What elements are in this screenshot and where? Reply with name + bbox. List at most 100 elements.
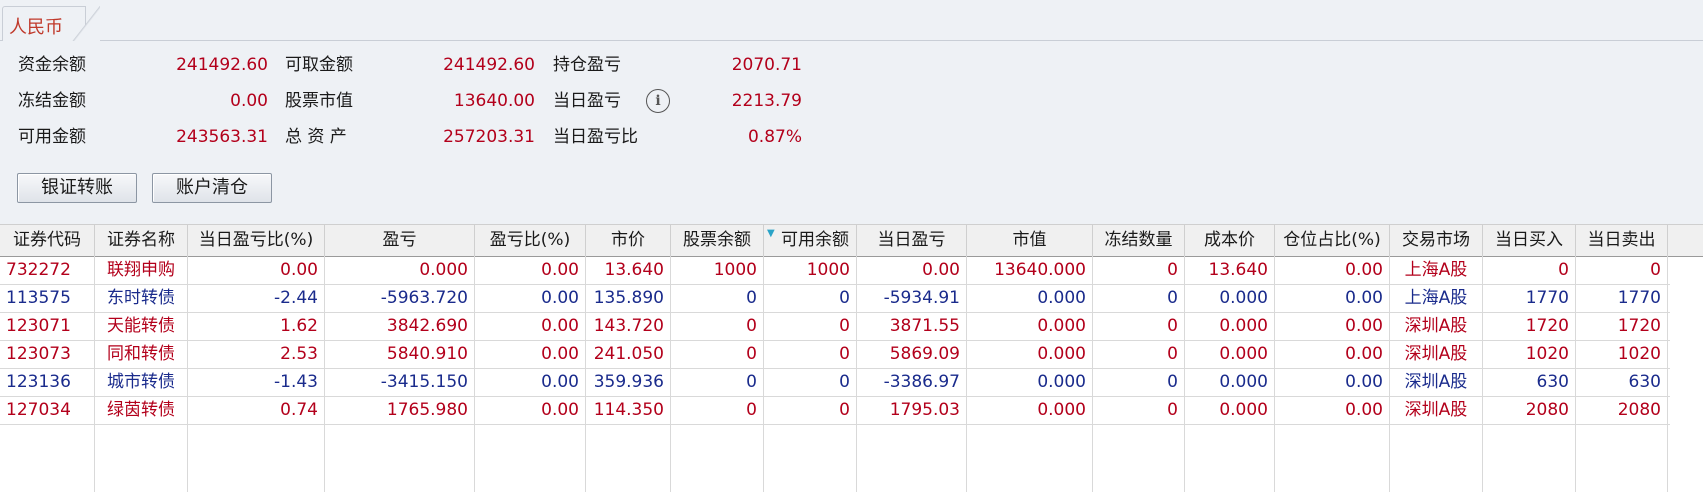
cell-daily-buy: 1770 [1483,284,1576,312]
column-header-label: 盈亏 [382,230,417,250]
info-icon[interactable]: i [646,89,670,113]
cell-pnl: -3415.150 [325,368,475,396]
grid-column-line [856,256,857,492]
column-header-price[interactable]: 市价 [586,225,671,256]
column-header-pnl-ratio[interactable]: 盈亏比(%) [475,225,586,256]
withdrawable-value: 241492.60 [443,55,535,75]
column-header-name[interactable]: 证券名称 [95,225,188,256]
cell-available-balance: 0 [764,312,857,340]
cell-market: 上海A股 [1390,256,1483,284]
funds-summary-panel: 资金余额 241492.60 可取金额 241492.60 持仓盈亏 2070.… [0,41,1703,224]
bank-transfer-button[interactable]: 银证转账 [17,173,137,203]
cell-stock-balance: 0 [671,368,764,396]
cell-pnl: -5963.720 [325,284,475,312]
cell-name: 天能转债 [95,312,188,340]
cell-stock-balance: 0 [671,312,764,340]
table-row[interactable]: 123071 天能转债 1.62 3842.690 0.00 143.720 0 0 3871.… [0,312,1670,341]
table-row[interactable]: 123136 城市转债 -1.43 -3415.150 0.00 359.936 0 0 -33… [0,368,1670,397]
account-window: 人民币 资金余额 241492.60 可取金额 241492.60 持仓盈亏 2… [0,0,1703,492]
column-header-label: 当日盈亏比(%) [198,230,314,250]
cell-price: 135.890 [586,284,671,312]
cell-name: 城市转债 [95,368,188,396]
column-header-label: 仓位占比(%) [1283,230,1381,250]
available-amount-value: 243563.31 [176,127,268,147]
column-header-label: 股票余额 [683,230,751,250]
summary-row-3: 可用金额 243563.31 总 资 产 257203.31 当日盈亏比 0.8… [0,122,900,152]
position-pnl-label: 持仓盈亏 [553,55,621,75]
cell-market-value: 13640.000 [967,256,1093,284]
grid-column-line [1389,256,1390,492]
column-header-pnl[interactable]: 盈亏 [325,225,475,256]
cell-pnl-ratio: 0.00 [475,284,586,312]
grid-column-line [1092,256,1093,492]
cell-cost-price: 0.000 [1185,284,1275,312]
grid-column-line [324,256,325,492]
cell-position-ratio: 0.00 [1275,256,1390,284]
cell-price: 241.050 [586,340,671,368]
grid-column-line [1274,256,1275,492]
column-header-label: 交易市场 [1402,230,1470,250]
currency-tabstrip: 人民币 [0,0,1703,42]
frozen-amount-label: 冻结金额 [18,91,86,111]
column-header-frozen-qty[interactable]: 冻结数量 [1093,225,1185,256]
grid-column-line [1184,256,1185,492]
cell-daily-sell: 1020 [1576,340,1668,368]
table-row[interactable]: 127034 绿茵转债 0.74 1765.980 0.00 114.350 0 0 1795.… [0,396,1670,425]
cell-daily-buy: 630 [1483,368,1576,396]
column-header-label: 冻结数量 [1104,230,1173,250]
cell-pnl: 3842.690 [325,312,475,340]
withdrawable-label: 可取金额 [285,55,353,75]
cell-daily-sell: 2080 [1576,396,1668,424]
summary-row-2: 冻结金额 0.00 股票市值 13640.00 当日盈亏 i 2213.79 [0,86,900,116]
total-assets-label: 总 资 产 [285,127,347,147]
table-row[interactable]: 113575 东时转债 -2.44 -5963.720 0.00 135.890 0 0 -59… [0,284,1670,313]
column-header-daily-pnl[interactable]: 当日盈亏 [857,225,967,256]
cell-pnl-ratio: 0.00 [475,340,586,368]
cell-pnl-ratio: 0.00 [475,256,586,284]
column-header-available-balance[interactable]: ▼ 可用余额 [764,225,857,256]
cell-code: 732272 [0,256,95,284]
tab-corner-fold [72,6,100,42]
column-header-position-ratio[interactable]: 仓位占比(%) [1275,225,1390,256]
column-header-label: 证券名称 [107,230,175,250]
column-header-stock-balance[interactable]: 股票余额 [671,225,764,256]
grid-column-line [1482,256,1483,492]
cell-cost-price: 13.640 [1185,256,1275,284]
cell-position-ratio: 0.00 [1275,396,1390,424]
cell-market-value: 0.000 [967,312,1093,340]
cell-price: 143.720 [586,312,671,340]
grid-column-line [1575,256,1576,492]
column-header-label: 盈亏比(%) [489,230,571,250]
clear-positions-button[interactable]: 账户清仓 [152,173,272,203]
stock-value-value: 13640.00 [453,91,535,111]
table-row[interactable]: 123073 同和转债 2.53 5840.910 0.00 241.050 0 0 5869.… [0,340,1670,369]
grid-column-line [94,256,95,492]
frozen-amount-value: 0.00 [230,91,268,111]
cell-frozen-qty: 0 [1093,368,1185,396]
column-header-daily-buy[interactable]: 当日买入 [1483,225,1576,256]
tab-rmb-label: 人民币 [9,17,63,38]
table-header: 证券代码 证券名称 当日盈亏比(%) 盈亏 盈亏比(%) 市价 股票余额 ▼ 可用余额 当日盈亏 市… [0,224,1703,257]
cell-price: 359.936 [586,368,671,396]
cell-market-value: 0.000 [967,368,1093,396]
cell-daily-pnl: 1795.03 [857,396,967,424]
cell-pnl-ratio: 0.00 [475,368,586,396]
cell-daily-pnl: 3871.55 [857,312,967,340]
available-amount-label: 可用金额 [18,127,86,147]
position-pnl-value: 2070.71 [731,55,802,75]
table-row[interactable]: 732272 联翔申购 0.00 0.000 0.00 13.640 1000 1000 0.0… [0,256,1670,285]
fund-balance-label: 资金余额 [18,55,86,75]
cell-stock-balance: 0 [671,396,764,424]
column-header-cost-price[interactable]: 成本价 [1185,225,1275,256]
column-header-code[interactable]: 证券代码 [0,225,95,256]
column-header-daily-sell[interactable]: 当日卖出 [1576,225,1668,256]
header-filler [1668,225,1703,256]
column-header-daily-pnl-ratio[interactable]: 当日盈亏比(%) [188,225,325,256]
column-header-market-value[interactable]: 市值 [967,225,1093,256]
cell-frozen-qty: 0 [1093,396,1185,424]
column-header-label: 市值 [1012,230,1047,250]
cell-daily-pnl: -5934.91 [857,284,967,312]
cell-daily-pnl: -3386.97 [857,368,967,396]
column-header-market[interactable]: 交易市场 [1390,225,1483,256]
cell-price: 13.640 [586,256,671,284]
